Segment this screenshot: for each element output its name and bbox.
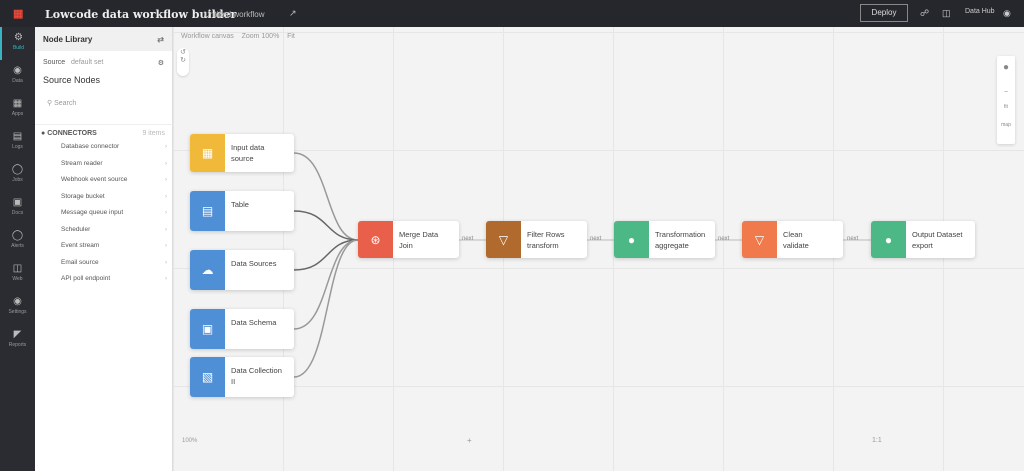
node-label: Filter Rows <box>527 230 565 239</box>
source-link <box>293 152 359 241</box>
node-sublabel: source <box>231 154 254 163</box>
node-sublabel: Join <box>399 241 413 250</box>
collection-icon: ▧ <box>190 357 225 397</box>
edge-label: next <box>462 236 474 242</box>
node-label: Transformation <box>655 230 706 239</box>
source-node[interactable]: ☁ Data Sources <box>190 250 294 290</box>
table-icon: ▤ <box>190 191 225 231</box>
pipeline-node[interactable]: ● Transformation aggregate <box>614 221 715 258</box>
node-label: Clean <box>783 230 803 239</box>
node-label: Data Collection <box>231 366 282 375</box>
node-sublabel: validate <box>783 241 809 250</box>
filter-icon: ▽ <box>742 221 777 258</box>
user-icon: ● <box>614 221 649 258</box>
node-label: Data Schema <box>231 318 277 327</box>
node-label: Data Sources <box>231 259 277 268</box>
node-sublabel: aggregate <box>655 241 689 250</box>
edge-label: next <box>590 236 602 242</box>
pipeline-node[interactable]: ● Output Dataset export <box>871 221 975 258</box>
source-node[interactable]: ▧ Data Collection II <box>190 357 294 397</box>
node-label: Table <box>231 200 249 209</box>
source-node[interactable]: ▣ Data Schema <box>190 309 294 349</box>
edge-label: next <box>847 236 859 242</box>
schema-icon: ▣ <box>190 309 225 349</box>
node-sublabel: II <box>231 377 236 386</box>
source-link <box>293 239 359 378</box>
source-node[interactable]: ▦ Input data source <box>190 134 294 172</box>
source-link <box>293 210 359 241</box>
pipeline-node[interactable]: ⊛ Merge Data Join <box>358 221 459 258</box>
pipeline-node[interactable]: ▽ Filter Rows transform <box>486 221 587 258</box>
grid-icon: ▦ <box>190 134 225 172</box>
filter-icon: ▽ <box>486 221 521 258</box>
node-sublabel: transform <box>527 241 559 250</box>
node-label: Input data <box>231 143 265 152</box>
pipeline-node[interactable]: ▽ Clean validate <box>742 221 843 258</box>
source-node[interactable]: ▤ Table <box>190 191 294 231</box>
node-label: Output Dataset <box>912 230 963 239</box>
node-sublabel: export <box>912 241 933 250</box>
user-icon: ● <box>871 221 906 258</box>
merge-icon: ⊛ <box>358 221 393 258</box>
edge-label: next <box>718 236 730 242</box>
cloud-icon: ☁ <box>190 250 225 290</box>
node-label: Merge Data <box>399 230 439 239</box>
